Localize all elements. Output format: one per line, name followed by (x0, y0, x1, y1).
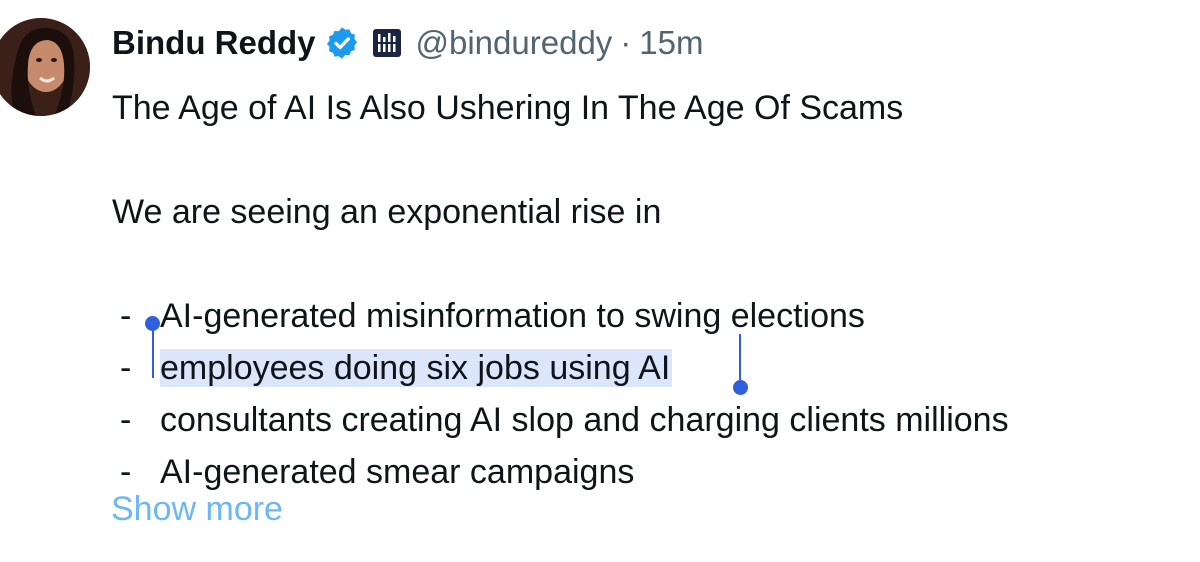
tweet-body: The Age of AI Is Also Ushering In The Ag… (112, 82, 1192, 498)
selected-text[interactable]: employees doing six jobs using AI (160, 349, 673, 387)
tweet-header: Bindu Reddy @bindureddy · 15m (112, 22, 704, 64)
selection-start-caret (152, 326, 154, 378)
avatar[interactable] (0, 18, 90, 116)
author-name[interactable]: Bindu Reddy (112, 24, 316, 62)
list-item-text: AI-generated misinformation to swing ele… (160, 297, 865, 335)
list-item: - consultants creating AI slop and chargi… (112, 394, 1192, 446)
tweet-intro-line: We are seeing an exponential rise in (112, 193, 662, 231)
list-item-text: AI-generated smear campaigns (160, 453, 635, 491)
selection-end-handle[interactable] (733, 380, 748, 395)
separator-dot: · (620, 24, 632, 61)
list-item: - AI-generated misinformation to swing el… (112, 290, 1192, 342)
verified-badge-icon[interactable] (324, 25, 360, 61)
list-item: - employees doing six jobs using AI (112, 342, 1192, 394)
tweet-title-line: The Age of AI Is Also Ushering In The Ag… (112, 89, 904, 127)
show-more-link[interactable]: Show more (111, 490, 283, 529)
list-item-text: consultants creating AI slop and chargin… (160, 401, 1009, 439)
timestamp[interactable]: 15m (639, 24, 703, 62)
affiliate-logo-icon[interactable] (372, 28, 402, 58)
author-handle[interactable]: @bindureddy (416, 24, 613, 62)
bullet-dash: - (120, 401, 132, 439)
selection-end-caret (739, 334, 741, 384)
